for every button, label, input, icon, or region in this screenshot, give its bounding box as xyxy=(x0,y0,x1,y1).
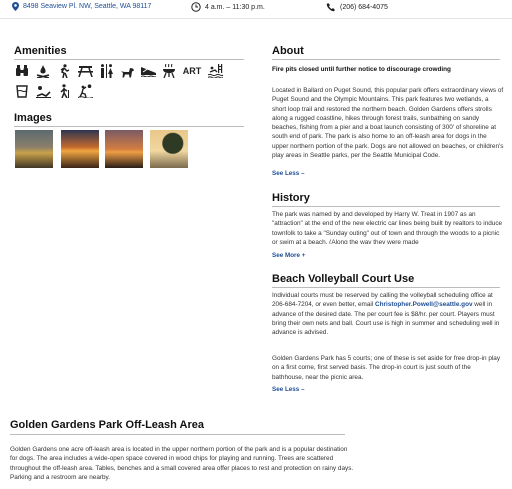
address-link[interactable]: 8498 Seaview Pl. NW, Seattle, WA 98117 xyxy=(23,3,151,10)
restroom-icon xyxy=(98,64,114,78)
hours-text: 4 a.m. – 11:30 p.m. xyxy=(205,3,265,11)
campfire-icon xyxy=(35,64,51,78)
sunset-beach-photo[interactable] xyxy=(15,130,53,168)
binoculars-icon xyxy=(14,64,30,78)
about-see-less-link[interactable]: See Less – xyxy=(272,170,305,177)
volleyball-courts-text: Golden Gardens Park has 5 courts; one of… xyxy=(272,355,501,381)
swimming-icon xyxy=(207,64,223,78)
phone-icon xyxy=(326,3,335,12)
history-divider xyxy=(272,206,500,207)
location-pin-icon xyxy=(12,2,19,11)
offleash-heading: Golden Gardens Park Off-Leash Area xyxy=(10,419,204,431)
sunbathing-icon xyxy=(35,84,51,98)
sunset-tree-photo[interactable] xyxy=(150,130,188,168)
amenities-divider xyxy=(14,59,244,60)
history-see-more-link[interactable]: See More + xyxy=(272,252,305,259)
sunset-horizon-photo[interactable] xyxy=(105,130,143,168)
fire-pit-notice: Fire pits closed until further notice to… xyxy=(272,66,451,73)
email-link[interactable]: Christopher.Powell@seattle.gov xyxy=(375,301,473,308)
amenities-heading: Amenities xyxy=(14,45,67,57)
hours-item: 4 a.m. – 11:30 p.m. xyxy=(191,2,265,12)
about-divider xyxy=(272,59,500,60)
volleyball-text: Individual courts must be reserved by ca… xyxy=(272,291,504,337)
boat-launch-icon xyxy=(140,64,156,78)
sunset-shore-photo[interactable] xyxy=(61,130,99,168)
art-icon: ART xyxy=(182,66,202,76)
images-heading: Images xyxy=(14,112,52,124)
address-item: 8498 Seaview Pl. NW, Seattle, WA 98117 xyxy=(12,2,151,11)
top-divider xyxy=(0,18,512,19)
phone-link[interactable]: (206) 684-4075 xyxy=(340,4,388,11)
phone-item: (206) 684-4075 xyxy=(326,2,388,12)
offleash-divider xyxy=(10,434,345,435)
about-heading: About xyxy=(272,45,304,57)
history-text: The park was named by and developed by H… xyxy=(272,211,503,244)
amenities-row xyxy=(14,84,239,98)
picnic-table-icon xyxy=(77,64,93,78)
offleash-text: Golden Gardens one acre off-leash area i… xyxy=(10,446,354,481)
amenities-grid: ART xyxy=(14,64,239,104)
amenities-row: ART xyxy=(14,64,239,78)
clock-icon xyxy=(191,2,201,12)
volleyball-divider xyxy=(272,287,500,288)
dog-icon xyxy=(119,64,135,78)
volleyball-heading: Beach Volleyball Court Use xyxy=(272,273,415,285)
walking-icon xyxy=(56,84,72,98)
wading-pool-icon xyxy=(14,84,30,98)
contact-bar: 8498 Seaview Pl. NW, Seattle, WA 98117 4… xyxy=(0,0,512,16)
hiking-icon xyxy=(56,64,72,78)
volleyball-see-less-link[interactable]: See Less – xyxy=(272,386,305,393)
history-heading: History xyxy=(272,192,310,204)
images-divider xyxy=(14,126,244,127)
about-text: Located in Ballard on Puget Sound, this … xyxy=(272,87,504,160)
grill-icon xyxy=(161,64,177,78)
beach-volleyball-icon xyxy=(77,84,93,98)
